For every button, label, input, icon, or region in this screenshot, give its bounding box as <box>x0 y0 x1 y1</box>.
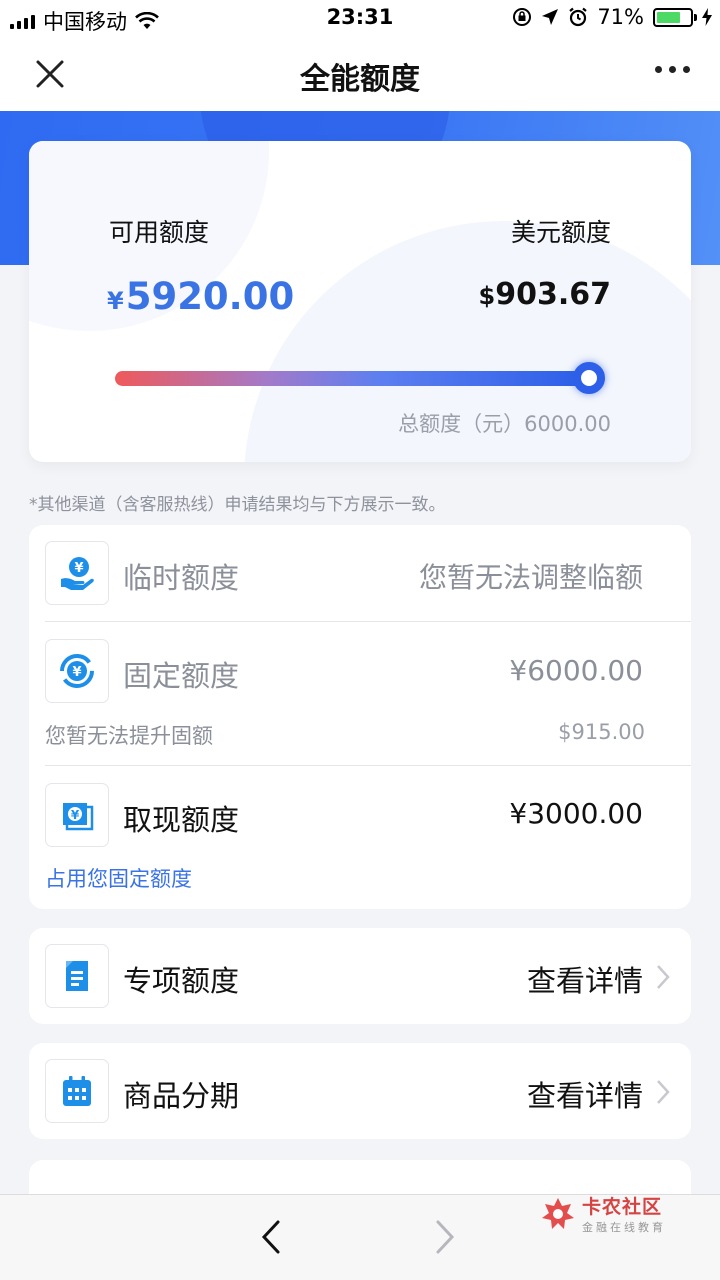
fixed-limit-usd: $915.00 <box>558 720 645 744</box>
chevron-right-icon <box>657 965 670 989</box>
status-right: 71% <box>512 5 712 29</box>
back-arrow-icon[interactable] <box>258 1219 284 1255</box>
temporary-limit-icon: ¥ <box>45 541 109 605</box>
credit-usage-bar <box>115 371 595 386</box>
kanong-logo-icon <box>542 1197 574 1229</box>
credit-usage-knob <box>572 362 605 394</box>
alarm-icon <box>569 7 588 27</box>
temporary-limit-title: 临时额度 <box>123 561 240 595</box>
watermark-tagline: 金融在线教育 <box>582 1221 666 1234</box>
battery-fill <box>657 11 680 23</box>
limits-card: ¥ 临时额度 您暂无法调整临额 ¥ 固定额度 ¥6000.00 您暂无法提升固额… <box>29 525 691 909</box>
cash-limit-icon: ¥ <box>45 783 109 847</box>
battery-icon <box>653 7 697 27</box>
installment-detail-link[interactable]: 查看详情 <box>527 1073 643 1115</box>
usd-currency-symbol: $ <box>478 282 496 310</box>
svg-text:¥: ¥ <box>74 561 83 576</box>
more-icon[interactable] <box>655 66 690 73</box>
svg-text:¥: ¥ <box>72 665 81 680</box>
usd-limit-label: 美元额度 <box>510 218 611 247</box>
fixed-limit-value: ¥6000.00 <box>509 654 643 687</box>
available-amount-value: 5920.00 <box>125 275 295 318</box>
charging-icon <box>702 8 712 26</box>
fixed-limit-title: 固定额度 <box>123 659 240 693</box>
credit-summary-card: 可用额度 美元额度 ¥5920.00 $903.67 总额度（元）6000.00 <box>29 141 691 462</box>
calendar-icon <box>45 1059 109 1123</box>
fixed-limit-note: 您暂无法提升固额 <box>45 724 213 748</box>
cash-limit-value: ¥3000.00 <box>509 797 643 830</box>
location-icon <box>542 9 559 25</box>
watermark-name: 卡农社区 <box>582 1196 663 1218</box>
chevron-right-icon <box>657 1080 670 1104</box>
installment-row[interactable]: 商品分期 查看详情 <box>29 1043 691 1139</box>
fixed-limit-icon: ¥ <box>45 639 109 703</box>
orientation-lock-icon <box>513 8 532 26</box>
page-title: 全能额度 <box>300 62 420 97</box>
svg-text:¥: ¥ <box>71 808 80 822</box>
usd-limit-amount: $903.67 <box>479 277 611 312</box>
status-bar: 中国移动 23:31 71% <box>0 0 720 36</box>
cash-limit-title: 取现额度 <box>123 803 240 837</box>
nav-bar: 全能额度 <box>0 36 720 111</box>
currency-symbol: ¥ <box>107 287 124 315</box>
watermark-text: 卡农社区 金融在线教育 <box>582 1192 666 1235</box>
total-limit-text: 总额度（元）6000.00 <box>398 412 611 436</box>
divider <box>45 621 691 622</box>
installment-title: 商品分期 <box>123 1079 240 1113</box>
cash-limit-link[interactable]: 占用您固定额度 <box>45 863 192 893</box>
temporary-limit-status: 您暂无法调整临额 <box>418 561 643 594</box>
divider <box>45 765 691 766</box>
watermark: 卡农社区 金融在线教育 <box>540 1192 666 1235</box>
available-limit-label: 可用额度 <box>109 218 210 247</box>
special-limit-detail-link[interactable]: 查看详情 <box>527 958 643 1000</box>
document-icon <box>45 944 109 1008</box>
special-limit-row[interactable]: 专项额度 查看详情 <box>29 928 691 1024</box>
channel-note: *其他渠道（含客服热线）申请结果均与下方展示一致。 <box>29 495 446 515</box>
forward-arrow-icon[interactable] <box>432 1219 458 1255</box>
usd-amount-value: 903.67 <box>495 277 611 312</box>
battery-percent: 71% <box>597 5 644 29</box>
special-limit-title: 专项额度 <box>123 964 240 998</box>
available-limit-amount: ¥5920.00 <box>107 275 294 318</box>
